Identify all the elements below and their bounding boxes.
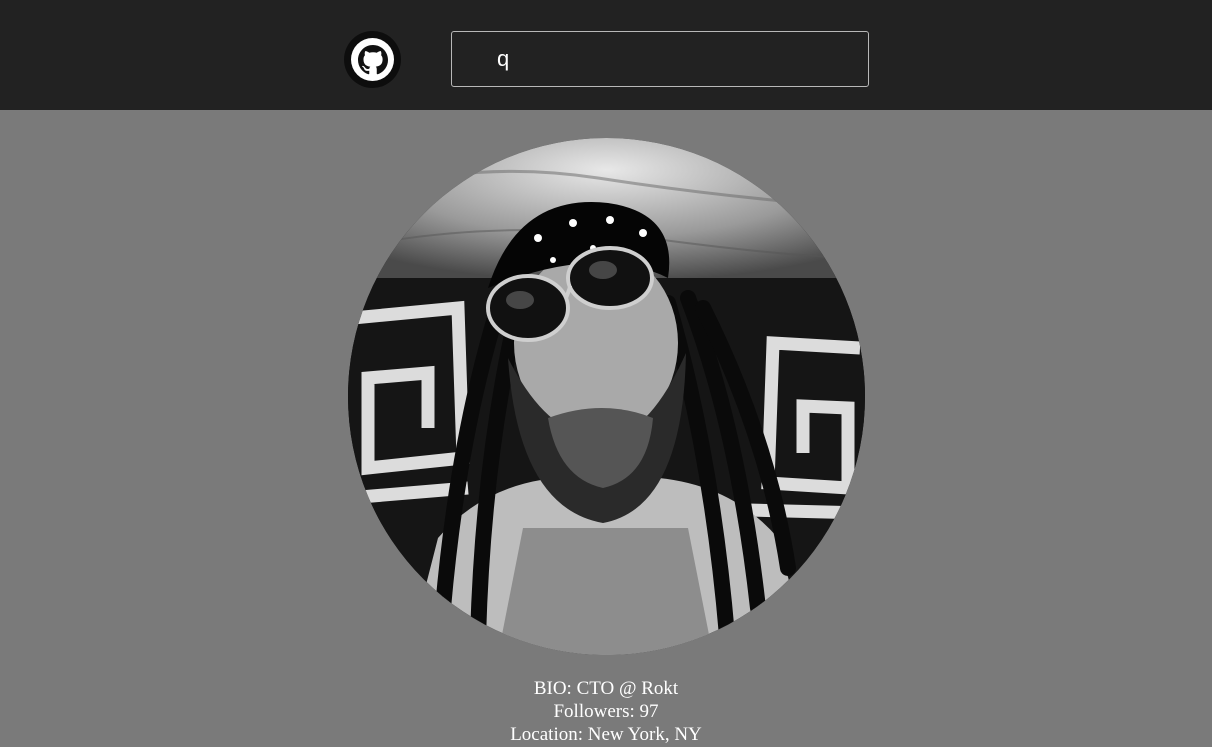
followers-count: 97 (639, 701, 659, 722)
top-header (0, 0, 1212, 110)
location-prefix: Location: (510, 724, 588, 745)
github-logo[interactable] (344, 31, 401, 88)
user-avatar-photo (348, 138, 865, 655)
octocat-icon-svg (357, 44, 388, 74)
followers-prefix: Followers: (553, 701, 640, 722)
github-octocat-icon (351, 38, 394, 81)
profile-info: BIO: CTO @ Rokt Followers: 97 Location: … (0, 677, 1212, 746)
location-line: Location: New York, NY (0, 723, 1212, 746)
search-input[interactable] (451, 31, 869, 87)
avatar-illustration (348, 138, 865, 655)
location-value: New York, NY (587, 724, 702, 745)
bio-line: BIO: CTO @ Rokt (0, 677, 1212, 700)
bio-value: CTO @ Rokt (576, 678, 679, 699)
bio-prefix: BIO: (533, 678, 577, 699)
followers-line: Followers: 97 (0, 700, 1212, 723)
